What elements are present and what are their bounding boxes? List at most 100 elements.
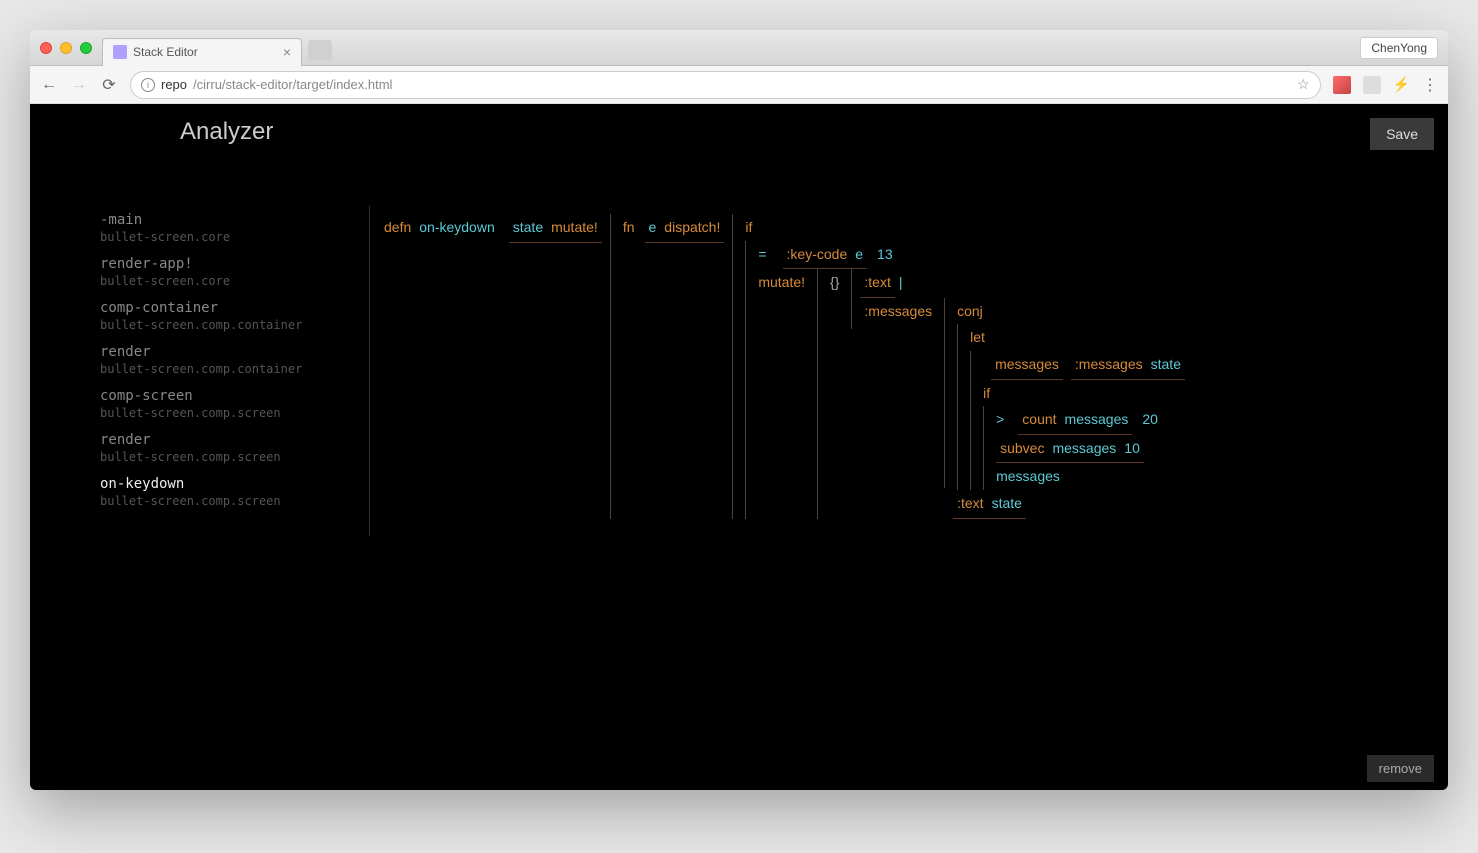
- separator: [610, 214, 611, 519]
- separator: [732, 214, 733, 519]
- sidebar-item-name: -main: [100, 212, 369, 228]
- code-block: :text | :messages: [860, 269, 1185, 518]
- sidebar-item-on-keydown[interactable]: on-keydown bullet-screen.comp.screen: [100, 470, 369, 514]
- titlebar: Stack Editor × ChenYong: [30, 30, 1448, 66]
- extension-icon-2[interactable]: [1363, 76, 1381, 94]
- tok-braces: {}: [826, 269, 843, 296]
- tok-state3: state: [988, 490, 1026, 519]
- sidebar-item-ns: bullet-screen.core: [100, 274, 369, 288]
- maximize-window-button[interactable]: [80, 42, 92, 54]
- tok-fn: fn: [619, 214, 639, 241]
- code-block: {} :text |: [826, 269, 1185, 518]
- tok-text2: :text: [953, 490, 987, 519]
- favicon: [113, 45, 127, 59]
- tok-e: e: [645, 214, 661, 243]
- sidebar-item-ns: bullet-screen.comp.screen: [100, 494, 369, 508]
- tok-kmessages2: :messages: [1071, 351, 1147, 380]
- address-bar[interactable]: i repo/cirru/stack-editor/target/index.h…: [130, 71, 1321, 99]
- sidebar-item-ns: bullet-screen.comp.screen: [100, 450, 369, 464]
- sidebar-item-name: render: [100, 432, 369, 448]
- sidebar-item-render-container[interactable]: render bullet-screen.comp.container: [100, 338, 369, 382]
- sidebar-item-name: render-app!: [100, 256, 369, 272]
- cursor: |: [895, 269, 907, 296]
- code-vbar: let messages: [957, 324, 1185, 490]
- extension-icon[interactable]: [1333, 76, 1351, 94]
- close-window-button[interactable]: [40, 42, 52, 54]
- sidebar-item-render-screen[interactable]: render bullet-screen.comp.screen: [100, 426, 369, 470]
- minimize-window-button[interactable]: [60, 42, 72, 54]
- menu-icon[interactable]: ⋮: [1422, 75, 1438, 95]
- tok-e2: e: [851, 241, 867, 270]
- sidebar-item-name: on-keydown: [100, 476, 369, 492]
- traffic-lights: [40, 42, 92, 54]
- code-row: messages :messages state: [979, 351, 1185, 380]
- code-nested: = :key-code e 13 mutate!: [741, 241, 1185, 519]
- code-row: mutate! {} :text: [754, 269, 1185, 518]
- main-area: -main bullet-screen.core render-app! bul…: [30, 146, 1448, 536]
- browser-window: Stack Editor × ChenYong ← → ⟳ i repo/cir…: [30, 30, 1448, 790]
- code-editor[interactable]: defn on-keydown state mutate! fn e dispa…: [370, 206, 1448, 536]
- separator: [851, 269, 852, 329]
- separator: [944, 298, 945, 488]
- sidebar-item-ns: bullet-screen.comp.screen: [100, 406, 369, 420]
- code-block: if = :key-code e 13: [741, 214, 1185, 519]
- code-row: {} :text |: [826, 269, 1185, 518]
- sidebar: -main bullet-screen.core render-app! bul…: [30, 206, 370, 536]
- separator: [817, 269, 818, 518]
- lightning-icon[interactable]: ⚡: [1393, 76, 1410, 93]
- sidebar-item-ns: bullet-screen.comp.container: [100, 362, 369, 376]
- url-host: repo: [161, 77, 187, 92]
- tok-text: :text: [860, 269, 894, 298]
- site-info-icon[interactable]: i: [141, 78, 155, 92]
- tab-title: Stack Editor: [133, 45, 198, 59]
- tok-conj: conj: [953, 298, 1185, 325]
- tok-if2: if: [979, 380, 1185, 407]
- code-block: conj let: [953, 298, 1185, 519]
- code-vbar: messages :messages state: [970, 351, 1185, 490]
- tok-20: 20: [1138, 406, 1162, 433]
- code-row: subvec messages 10: [992, 435, 1185, 464]
- tok-fnname: on-keydown: [415, 214, 499, 241]
- tok-keycode: :key-code: [783, 241, 852, 270]
- tok-count: count: [1018, 406, 1060, 435]
- sidebar-item-comp-screen[interactable]: comp-screen bullet-screen.comp.screen: [100, 382, 369, 426]
- tok-let: let: [966, 329, 989, 345]
- tab-close-icon[interactable]: ×: [283, 44, 291, 60]
- browser-tab[interactable]: Stack Editor ×: [102, 38, 302, 66]
- profile-button[interactable]: ChenYong: [1360, 37, 1438, 59]
- tok-mutate: mutate!: [547, 214, 602, 243]
- sidebar-item-ns: bullet-screen.comp.container: [100, 318, 369, 332]
- tok-defn: defn: [380, 214, 415, 241]
- save-button[interactable]: Save: [1370, 118, 1434, 150]
- code-row: :messages conj let: [860, 298, 1185, 519]
- tok-messages: :messages: [860, 298, 936, 325]
- reload-icon[interactable]: ⟳: [100, 75, 118, 95]
- back-icon[interactable]: ←: [40, 76, 58, 94]
- tok-msgs2: messages: [1061, 406, 1133, 435]
- code-row: = :key-code e 13: [754, 241, 1185, 270]
- sidebar-item-main[interactable]: -main bullet-screen.core: [100, 206, 369, 250]
- sidebar-item-comp-container[interactable]: comp-container bullet-screen.comp.contai…: [100, 294, 369, 338]
- sidebar-item-render-app[interactable]: render-app! bullet-screen.core: [100, 250, 369, 294]
- tok-mutate2: mutate!: [754, 269, 809, 296]
- code-row: :text state: [953, 490, 1185, 519]
- sidebar-item-name: comp-container: [100, 300, 369, 316]
- sidebar-item-name: comp-screen: [100, 388, 369, 404]
- code-row: :text |: [860, 269, 1185, 298]
- tok-subvec: subvec: [996, 435, 1048, 464]
- tok-msgs4: messages: [992, 468, 1064, 484]
- remove-button[interactable]: remove: [1367, 755, 1434, 782]
- url-path: /cirru/stack-editor/target/index.html: [193, 77, 392, 92]
- app-header: Analyzer: [30, 104, 1448, 146]
- tok-msgs: messages: [991, 351, 1063, 380]
- code-vbar: = :key-code e 13 mutate!: [745, 241, 1185, 519]
- code-row: > count messages: [992, 406, 1185, 435]
- new-tab-button[interactable]: [308, 40, 332, 60]
- code-vbar: > count messages: [983, 406, 1185, 490]
- tok-gt: >: [992, 406, 1008, 433]
- browser-toolbar: ← → ⟳ i repo/cirru/stack-editor/target/i…: [30, 66, 1448, 104]
- forward-icon[interactable]: →: [70, 76, 88, 94]
- bookmark-star-icon[interactable]: ☆: [1297, 76, 1310, 93]
- sidebar-item-name: render: [100, 344, 369, 360]
- app-title: Analyzer: [180, 118, 273, 146]
